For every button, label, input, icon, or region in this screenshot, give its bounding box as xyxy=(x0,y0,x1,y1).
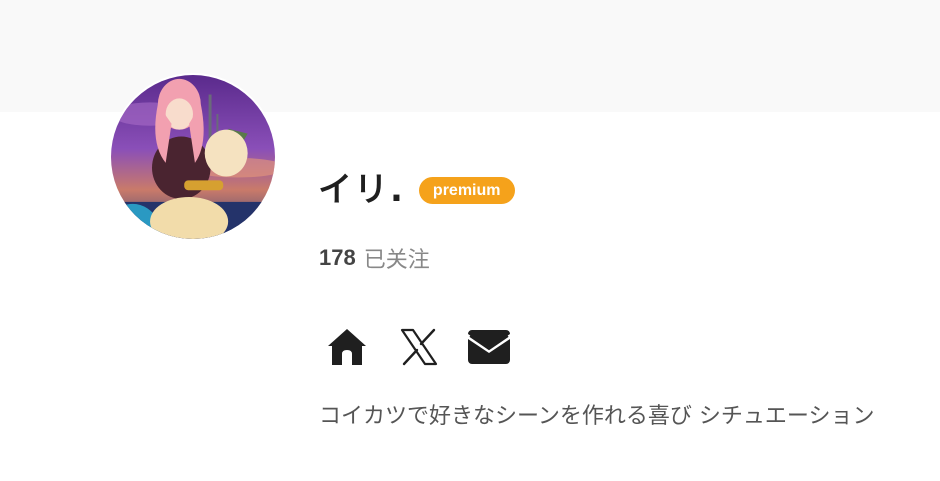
avatar[interactable] xyxy=(109,73,277,241)
profile-header: イリ. premium xyxy=(318,170,515,210)
social-links xyxy=(326,326,510,368)
avatar-image xyxy=(111,75,275,239)
mail-icon[interactable] xyxy=(468,330,510,364)
following-count: 178 xyxy=(319,245,356,270)
premium-badge: premium xyxy=(418,176,515,204)
home-icon[interactable] xyxy=(326,327,368,367)
following-stat[interactable]: 178 已关注 xyxy=(319,243,430,273)
x-icon[interactable] xyxy=(400,328,438,366)
user-name: イリ. xyxy=(318,170,405,210)
following-label: 已关注 xyxy=(363,248,430,273)
profile-bio: コイカツで好きなシーンを作れる喜び シチュエーション xyxy=(319,404,875,429)
